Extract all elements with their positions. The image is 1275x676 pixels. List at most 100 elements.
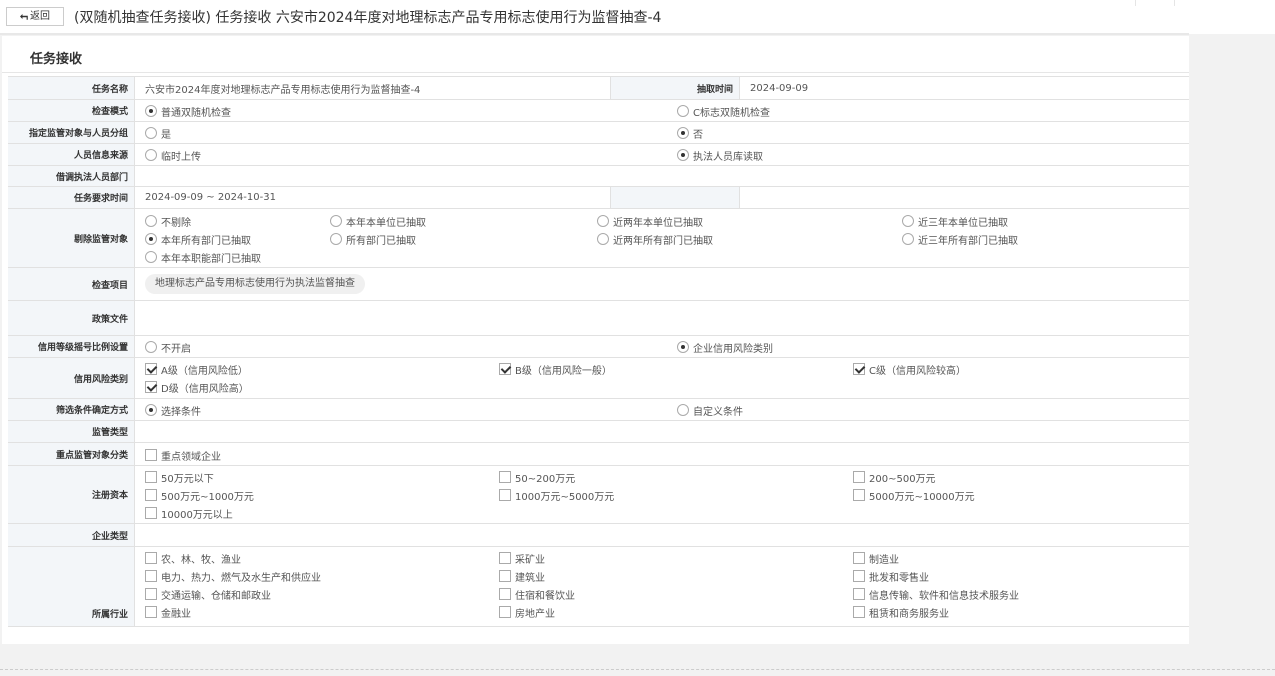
checkbox-option[interactable]: D级（信用风险高） (145, 378, 249, 396)
row-task-name: 任务名称 六安市2024年度对地理标志产品专用标志使用行为监督抽查-4 抽取时间… (8, 77, 1189, 100)
checkbox[interactable] (145, 471, 157, 483)
checkbox[interactable] (499, 471, 511, 483)
checkbox-option[interactable]: 50~200万元 (499, 468, 575, 486)
checkbox[interactable] (853, 570, 865, 582)
radio-option[interactable]: 近两年本单位已抽取 (597, 212, 703, 230)
option-label: 否 (693, 129, 703, 141)
checkbox-option[interactable]: 1000万元~5000万元 (499, 486, 614, 504)
radio-button[interactable] (677, 105, 689, 117)
radio-button[interactable] (677, 404, 689, 416)
checkbox-option[interactable]: 500万元~1000万元 (145, 486, 254, 504)
radio-option[interactable]: 所有部门已抽取 (330, 230, 416, 248)
radio-button[interactable] (902, 215, 914, 227)
checkbox[interactable] (853, 606, 865, 618)
field-label: 政策文件 (8, 301, 135, 335)
checkbox-option[interactable]: 住宿和餐饮业 (499, 585, 575, 603)
task-form: 任务名称 六安市2024年度对地理标志产品专用标志使用行为监督抽查-4 抽取时间… (8, 76, 1189, 627)
radio-option[interactable]: 否 (677, 124, 703, 142)
checkbox-option[interactable]: 5000万元~10000万元 (853, 486, 975, 504)
checkbox-option[interactable]: 房地产业 (499, 603, 555, 621)
field-label: 剔除监管对象 (8, 209, 135, 267)
radio-option[interactable]: C标志双随机检查 (677, 102, 770, 120)
checkbox[interactable] (145, 489, 157, 501)
field-value: 普通双随机检查 C标志双随机检查 (135, 100, 1189, 121)
checkbox[interactable] (853, 363, 865, 375)
option-label: 选择条件 (161, 406, 201, 418)
page-title: (双随机抽查任务接收) 任务接收 六安市2024年度对地理标志产品专用标志使用行… (74, 10, 662, 26)
checkbox-option[interactable]: 信息传输、软件和信息技术服务业 (853, 585, 1019, 603)
radio-button[interactable] (145, 105, 157, 117)
checkbox[interactable] (853, 588, 865, 600)
checkbox[interactable] (145, 363, 157, 375)
radio-button[interactable] (330, 215, 342, 227)
checkbox-option[interactable]: 10000万元以上 (145, 504, 233, 522)
row-capital: 注册资本 50万元以下 50~200万元 200~500万元 500万元~100… (8, 466, 1189, 524)
checkbox[interactable] (145, 507, 157, 519)
checkbox[interactable] (853, 471, 865, 483)
checkbox[interactable] (145, 449, 157, 461)
radio-option[interactable]: 不开启 (145, 338, 191, 356)
radio-option[interactable]: 本年本职能部门已抽取 (145, 248, 261, 266)
checkbox-option[interactable]: 电力、热力、燃气及水生产和供应业 (145, 567, 321, 585)
back-button[interactable]: ⮢ 返回 (6, 7, 64, 26)
checkbox[interactable] (853, 552, 865, 564)
radio-option[interactable]: 近三年本单位已抽取 (902, 212, 1008, 230)
radio-option[interactable]: 执法人员库读取 (677, 146, 763, 164)
radio-button[interactable] (330, 233, 342, 245)
radio-option[interactable]: 自定义条件 (677, 401, 743, 419)
radio-button[interactable] (145, 404, 157, 416)
radio-option[interactable]: 本年本单位已抽取 (330, 212, 426, 230)
radio-button[interactable] (145, 149, 157, 161)
checkbox[interactable] (499, 570, 511, 582)
checkbox[interactable] (499, 588, 511, 600)
checkbox-option[interactable]: 采矿业 (499, 549, 545, 567)
radio-option[interactable]: 是 (145, 124, 171, 142)
radio-option[interactable]: 选择条件 (145, 401, 201, 419)
checkbox-option[interactable]: 批发和零售业 (853, 567, 929, 585)
radio-option[interactable]: 不剔除 (145, 212, 191, 230)
checkbox[interactable] (853, 489, 865, 501)
radio-button[interactable] (145, 341, 157, 353)
radio-button[interactable] (902, 233, 914, 245)
radio-option[interactable]: 本年所有部门已抽取 (145, 230, 251, 248)
checkbox-option[interactable]: 50万元以下 (145, 468, 214, 486)
radio-button[interactable] (677, 341, 689, 353)
checkbox-option[interactable]: 金融业 (145, 603, 191, 621)
checkbox-option[interactable]: 重点领域企业 (145, 446, 221, 464)
checkbox-option[interactable]: C级（信用风险较高） (853, 360, 966, 378)
field-value (135, 301, 1189, 335)
field-label: 企业类型 (8, 524, 135, 546)
radio-button[interactable] (145, 127, 157, 139)
option-label: D级（信用风险高） (161, 383, 249, 395)
radio-button[interactable] (145, 233, 157, 245)
checkbox[interactable] (145, 606, 157, 618)
radio-button[interactable] (677, 149, 689, 161)
checkbox-option[interactable]: 建筑业 (499, 567, 545, 585)
radio-button[interactable] (145, 215, 157, 227)
radio-option[interactable]: 近三年所有部门已抽取 (902, 230, 1018, 248)
radio-button[interactable] (597, 215, 609, 227)
checkbox-option[interactable]: A级（信用风险低） (145, 360, 248, 378)
radio-option[interactable]: 近两年所有部门已抽取 (597, 230, 713, 248)
radio-option[interactable]: 普通双随机检查 (145, 102, 231, 120)
checkbox[interactable] (145, 570, 157, 582)
radio-button[interactable] (145, 251, 157, 263)
checkbox[interactable] (145, 381, 157, 393)
checkbox-option[interactable]: 农、林、牧、渔业 (145, 549, 241, 567)
radio-option[interactable]: 企业信用风险类别 (677, 338, 773, 356)
checkbox-option[interactable]: 制造业 (853, 549, 899, 567)
checkbox[interactable] (145, 552, 157, 564)
radio-button[interactable] (677, 127, 689, 139)
checkbox[interactable] (499, 489, 511, 501)
checkbox[interactable] (499, 552, 511, 564)
checkbox-option[interactable]: 租赁和商务服务业 (853, 603, 949, 621)
extract-time-label: 抽取时间 (610, 77, 740, 99)
checkbox-option[interactable]: 交通运输、仓储和邮政业 (145, 585, 271, 603)
checkbox[interactable] (499, 363, 511, 375)
checkbox[interactable] (145, 588, 157, 600)
radio-button[interactable] (597, 233, 609, 245)
checkbox[interactable] (499, 606, 511, 618)
radio-option[interactable]: 临时上传 (145, 146, 201, 164)
checkbox-option[interactable]: 200~500万元 (853, 468, 936, 486)
checkbox-option[interactable]: B级（信用风险一般） (499, 360, 612, 378)
